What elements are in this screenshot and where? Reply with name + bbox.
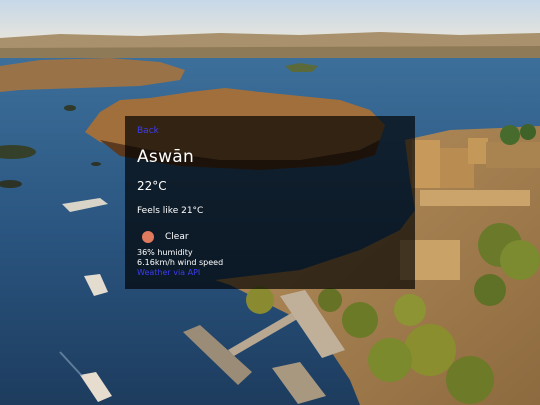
feels-like: Feels like 21°C (137, 206, 204, 216)
condition-row: Clear (142, 231, 189, 243)
wind-speed: 6.16km/h wind speed (137, 258, 224, 267)
back-link[interactable]: Back (137, 126, 159, 136)
condition-text: Clear (165, 232, 189, 242)
credit-link[interactable]: Weather via API (137, 268, 200, 277)
temperature: 22°C (137, 179, 167, 193)
humidity: 36% humidity (137, 248, 193, 257)
sun-icon (142, 231, 154, 243)
weather-card: Back Aswān 22°C Feels like 21°C Clear 36… (125, 116, 415, 289)
city-name: Aswān (137, 147, 195, 167)
